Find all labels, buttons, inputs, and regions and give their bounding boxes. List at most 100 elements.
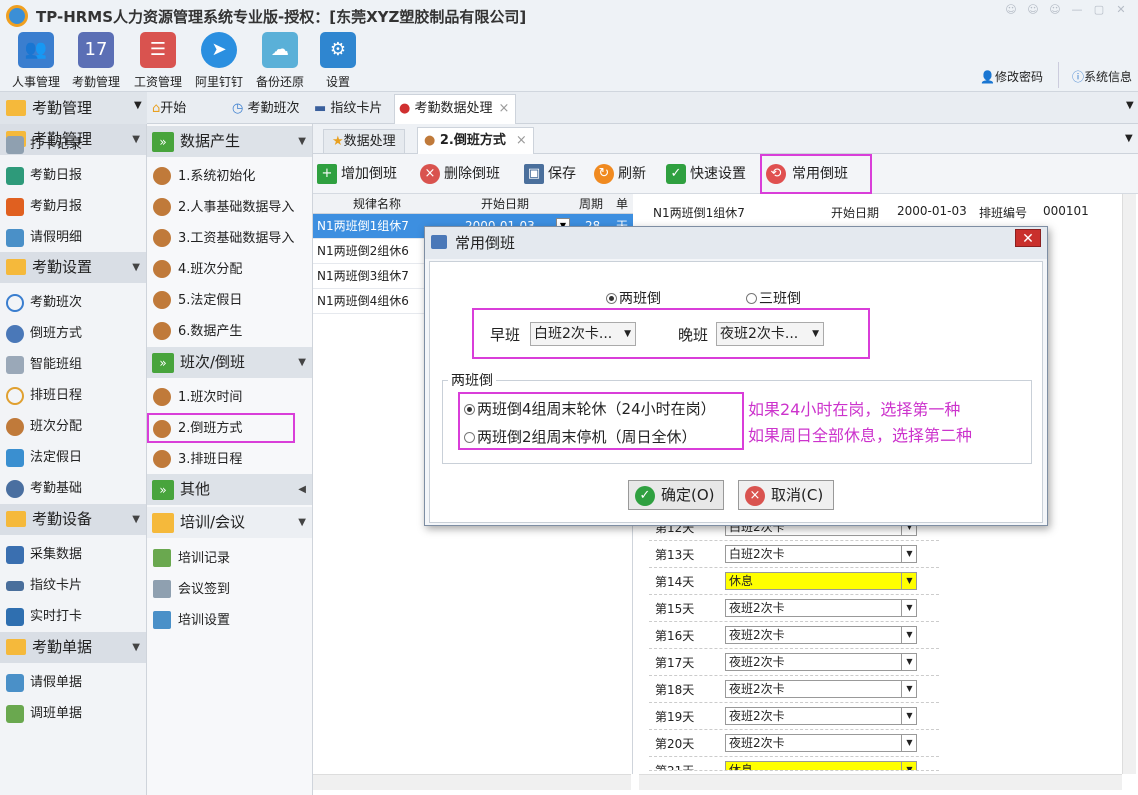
two-shift-radio[interactable]: 两班倒 [606,288,661,308]
nav-item-holidays[interactable]: 法定假日 [0,442,146,473]
subnav-group-training[interactable]: 培训/会议 ▼ [147,507,312,538]
subnav-item-hr-import[interactable]: 2.人事基础数据导入 [147,192,312,223]
nav-item-realtime[interactable]: 实时打卡 [0,601,146,632]
chevron-down-icon[interactable]: ▼ [901,599,917,617]
chevron-down-icon[interactable]: ▼ [901,545,917,563]
subnav-item-rotation[interactable]: 2.倒班方式 [147,413,295,443]
day-shift-select[interactable]: 休息 [725,572,917,590]
option-sunday-off-radio[interactable]: 两班倒2组周末停机（周日全休） [464,426,697,447]
subnav-item-shift-assign[interactable]: 4.班次分配 [147,254,312,285]
dialog-title-bar[interactable]: 常用倒班 [425,227,1047,259]
tab-start[interactable]: ⌂开始 [152,96,186,122]
nav-item-fingerprint[interactable]: 指纹卡片 [0,570,146,601]
ribbon-backup-button[interactable]: ☁ 备份还原 [250,32,310,92]
subnav-item-training-settings[interactable]: 培训设置 [147,605,312,636]
col-header-unit[interactable]: 单 [616,196,628,212]
skin-icon-3[interactable]: ☺ [1048,4,1062,16]
ribbon-settings-button[interactable]: ⚙ 设置 [308,32,368,92]
day-shift-select[interactable]: 夜班2次卡 [725,707,917,725]
quick-setup-button[interactable]: ✓ 快速设置 [664,159,746,189]
day-shift-select[interactable]: 夜班2次卡 [725,653,917,671]
chevron-down-icon[interactable]: ▼ [901,707,917,725]
tab-menu-chevron-icon[interactable]: ▼ [1126,100,1134,111]
close-tab-icon[interactable]: × [516,133,527,148]
tab-menu-chevron-icon[interactable]: ▼ [1125,133,1133,144]
day-shift-select[interactable]: 休息 [725,761,917,770]
module-header[interactable]: 考勤管理 ▼ [0,92,147,124]
chevron-down-icon[interactable]: ▼ [901,761,917,770]
nav-item-basics[interactable]: 考勤基础 [0,473,146,504]
tab-rotation-mode[interactable]: ● 2.倒班方式 × [417,127,534,154]
nav-group-attendance-settings[interactable]: 考勤设置 ▼ [0,252,146,283]
close-dialog-button[interactable]: ✕ [1015,229,1041,247]
ribbon-hr-button[interactable]: 👥 人事管理 [6,32,66,92]
tab-attendance-data[interactable]: ● 考勤数据处理 × [394,94,517,124]
col-header-date[interactable]: 开始日期 [481,196,529,212]
nav-item-leave-details[interactable]: 请假明细 [0,222,146,253]
option-24h-radio[interactable]: 两班倒4组周末轮休（24小时在岗） [464,398,716,419]
morning-shift-select[interactable]: 白班2次卡... ▼ [530,322,636,346]
system-info-link[interactable]: ⓘ系统信息 [1072,68,1132,85]
tab-fingerprint-card[interactable]: ▬ 指纹卡片 [314,96,382,122]
subnav-item-meeting-signin[interactable]: 会议签到 [147,574,312,605]
day-shift-select[interactable]: 夜班2次卡 [725,626,917,644]
subnav-group-shift[interactable]: » 班次/倒班 ▼ [147,347,312,378]
tab-attendance-shift[interactable]: ◷ 考勤班次 [232,96,300,122]
subnav-item-generate[interactable]: 6.数据产生 [147,316,312,347]
ribbon-attendance-button[interactable]: 17 考勤管理 [66,32,126,92]
night-shift-select[interactable]: 夜班2次卡... ▼ [716,322,824,346]
nav-group-forms[interactable]: 考勤单据 ▼ [0,632,146,663]
cancel-button[interactable]: × 取消(C) [738,480,834,510]
subnav-item-holidays[interactable]: 5.法定假日 [147,285,312,316]
nav-item-schedule[interactable]: 排班日程 [0,380,146,411]
nav-item-monthly-report[interactable]: 考勤月报 [0,191,146,222]
close-tab-icon[interactable]: × [499,101,510,116]
nav-group-devices[interactable]: 考勤设备 ▼ [0,504,146,535]
nav-item-daily-report[interactable]: 考勤日报 [0,160,146,191]
nav-item-collect-data[interactable]: 采集数据 [0,539,146,570]
nav-item-leave-form[interactable]: 请假单据 [0,667,146,698]
subnav-group-other[interactable]: » 其他 ◀ [147,474,312,505]
chevron-down-icon[interactable]: ▼ [901,734,917,752]
grid-horizontal-scrollbar[interactable] [313,774,631,790]
skin-icon-2[interactable]: ☺ [1026,4,1040,16]
nav-item-shift[interactable]: 考勤班次 [0,287,146,318]
change-password-link[interactable]: 👤修改密码 [980,68,1043,85]
common-rotation-button[interactable]: ⟲ 常用倒班 [760,154,872,194]
nav-item-smart-group[interactable]: 智能班组 [0,349,146,380]
nav-item-punch-records[interactable]: 打卡记录 [0,129,146,160]
refresh-button[interactable]: ↻ 刷新 [592,159,646,189]
day-shift-select[interactable]: 夜班2次卡 [725,599,917,617]
subnav-item-init[interactable]: 1.系统初始化 [147,161,312,192]
day-shift-select[interactable]: 白班2次卡 [725,545,917,563]
day-shift-select[interactable]: 夜班2次卡 [725,680,917,698]
nav-item-shift-assign[interactable]: 班次分配 [0,411,146,442]
nav-item-swap-form[interactable]: 调班单据 [0,698,146,729]
subnav-item-schedule[interactable]: 3.排班日程 [147,444,312,475]
ok-button[interactable]: ✓ 确定(O) [628,480,724,510]
col-header-cycle[interactable]: 周期 [579,196,603,212]
detail-vertical-scrollbar[interactable] [1122,194,1136,774]
minimize-button[interactable]: — [1070,4,1084,16]
tab-data-processing[interactable]: ★数据处理 [323,129,405,153]
ribbon-payroll-button[interactable]: ☰ 工资管理 [128,32,188,92]
day-shift-select[interactable]: 夜班2次卡 [725,734,917,752]
add-rotation-button[interactable]: + 增加倒班 [315,159,397,189]
delete-rotation-button[interactable]: × 删除倒班 [418,159,500,189]
chevron-down-icon[interactable]: ▼ [901,653,917,671]
chevron-down-icon[interactable]: ▼ [901,680,917,698]
skin-icon[interactable]: ☺ [1004,4,1018,16]
three-shift-radio[interactable]: 三班倒 [746,288,801,308]
chevron-down-icon[interactable]: ▼ [901,572,917,590]
subnav-item-shift-time[interactable]: 1.班次时间 [147,382,312,413]
close-window-button[interactable]: ✕ [1114,4,1128,16]
subnav-group-data[interactable]: » 数据产生 ▼ [147,126,312,157]
detail-horizontal-scrollbar[interactable] [639,774,1122,790]
ribbon-dingtalk-button[interactable]: ➤ 阿里钉钉 [189,32,249,92]
subnav-item-payroll-import[interactable]: 3.工资基础数据导入 [147,223,312,254]
maximize-button[interactable]: ▢ [1092,4,1106,16]
col-header-name[interactable]: 规律名称 [353,196,401,212]
subnav-item-training-records[interactable]: 培训记录 [147,543,312,574]
nav-item-rotation[interactable]: 倒班方式 [0,318,146,349]
chevron-down-icon[interactable]: ▼ [901,626,917,644]
